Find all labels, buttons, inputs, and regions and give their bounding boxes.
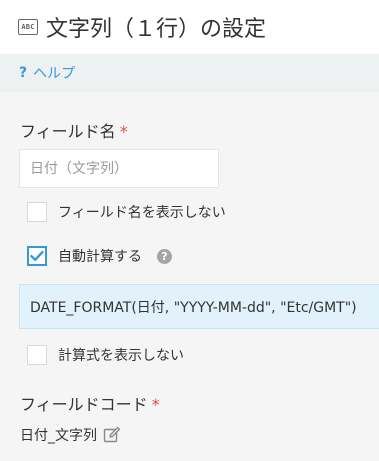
auto-calc-label: 自動計算する bbox=[58, 249, 142, 265]
help-link[interactable]: ヘルプ bbox=[33, 63, 75, 83]
hide-field-name-label: フィールド名を表示しない bbox=[58, 205, 226, 221]
help-bar: ? ヘルプ bbox=[0, 54, 379, 92]
field-code-row: 日付_文字列 bbox=[20, 425, 121, 445]
formula-text: DATE_FORMAT(日付, "YYYY-MM-dd", "Etc/GMT") bbox=[30, 299, 357, 316]
pencil-edit-icon[interactable] bbox=[103, 426, 121, 444]
dialog-header: ABC 文字列（１行）の設定 bbox=[0, 0, 379, 54]
auto-calc-option[interactable]: 自動計算する ? bbox=[27, 246, 172, 266]
auto-calc-help-icon[interactable]: ? bbox=[157, 248, 172, 264]
hide-formula-option[interactable]: 計算式を表示しない bbox=[27, 345, 184, 365]
dialog-title: 文字列（１行）の設定 bbox=[46, 17, 267, 42]
field-code-value: 日付_文字列 bbox=[20, 428, 97, 444]
hide-formula-label: 計算式を表示しない bbox=[58, 348, 184, 364]
hide-field-name-option[interactable]: フィールド名を表示しない bbox=[27, 202, 226, 222]
settings-panel: フィールド名* フィールド名を表示しない 自動計算する ? DATE_FORMA… bbox=[0, 92, 379, 461]
required-mark: * bbox=[151, 395, 160, 414]
hide-field-name-checkbox[interactable] bbox=[27, 202, 47, 222]
checkmark-icon bbox=[30, 250, 44, 261]
abc-text-icon: ABC bbox=[18, 19, 38, 35]
hide-formula-checkbox[interactable] bbox=[27, 345, 47, 365]
field-name-label: フィールド名 * bbox=[20, 118, 128, 142]
field-code-label-text: フィールドコード bbox=[20, 395, 148, 414]
field-name-input[interactable] bbox=[19, 149, 219, 188]
help-question-icon[interactable]: ? bbox=[19, 65, 27, 81]
formula-input[interactable]: DATE_FORMAT(日付, "YYYY-MM-dd", "Etc/GMT") bbox=[19, 284, 379, 329]
field-name-label-text: フィールド名 bbox=[20, 122, 116, 141]
auto-calc-checkbox[interactable] bbox=[27, 246, 47, 266]
required-mark: * bbox=[119, 122, 128, 141]
field-code-label: フィールドコード * bbox=[20, 391, 160, 415]
